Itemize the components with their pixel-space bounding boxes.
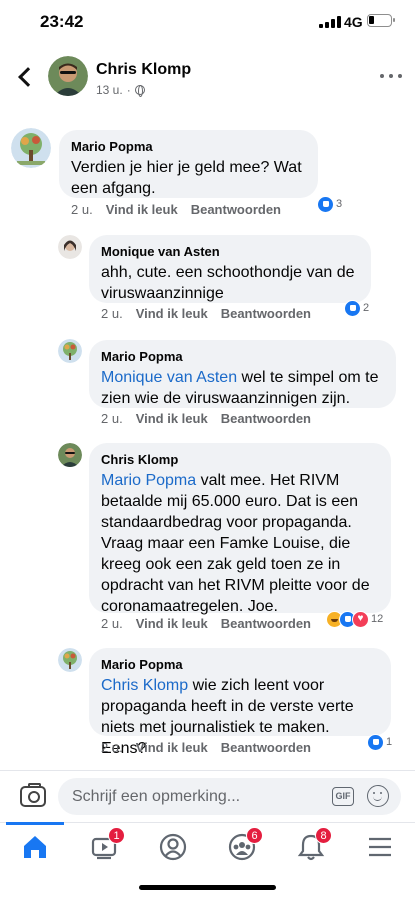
like-button[interactable]: Vind ik leuk <box>136 616 208 631</box>
comment-time[interactable]: 2 u. <box>101 616 123 631</box>
network-label: 4G <box>344 14 363 30</box>
avatar[interactable] <box>58 443 82 467</box>
reply-button[interactable]: Beantwoorden <box>221 306 311 321</box>
notifications-badge: 8 <box>315 827 332 844</box>
signal-icon <box>319 16 341 28</box>
avatar[interactable] <box>58 339 82 363</box>
home-indicator <box>139 885 276 890</box>
comment-body: valt mee. Het RIVM betaalde mij 65.000 e… <box>101 472 370 615</box>
reaction-summary[interactable]: 12 <box>326 609 383 629</box>
mention-link[interactable]: Monique van Asten <box>101 369 237 386</box>
avatar[interactable] <box>58 235 82 259</box>
comment-bubble: Mario Popma Monique van Asten wel te sim… <box>89 340 396 408</box>
comment-actions: 2 u. Vind ik leuk Beantwoorden <box>101 616 311 631</box>
active-tab-indicator <box>6 822 64 825</box>
comment-actions: 2 u. Vind ik leuk Beantwoorden <box>71 202 281 217</box>
like-reaction-icon <box>344 299 361 317</box>
post-header: Chris Klomp 13 u. · <box>0 46 415 110</box>
like-button[interactable]: Vind ik leuk <box>136 740 208 755</box>
comment-time[interactable]: 2 u. <box>101 740 123 755</box>
comment-composer: GIF <box>0 770 415 822</box>
reaction-count: 12 <box>371 613 384 625</box>
groups-badge: 6 <box>246 827 263 844</box>
mention-link[interactable]: Mario Popma <box>101 472 196 489</box>
tab-watch[interactable]: 1 <box>88 827 125 863</box>
emoji-icon[interactable] <box>367 785 389 807</box>
love-reaction-icon <box>352 610 369 628</box>
avatar[interactable] <box>11 128 51 168</box>
status-time: 23:42 <box>40 12 84 31</box>
camera-icon[interactable] <box>20 783 46 807</box>
comment-time[interactable]: 2 u. <box>101 306 123 321</box>
like-button[interactable]: Vind ik leuk <box>136 411 208 426</box>
avatar[interactable] <box>58 648 82 672</box>
comment-author[interactable]: Mario Popma <box>101 656 379 673</box>
reaction-summary[interactable]: 3 <box>317 194 342 214</box>
reaction-count: 2 <box>363 302 370 314</box>
like-button[interactable]: Vind ik leuk <box>106 202 178 217</box>
comment-actions: 2 u. Vind ik leuk Beantwoorden <box>101 411 311 426</box>
comment-actions: 2 u. Vind ik leuk Beantwoorden <box>101 740 311 755</box>
post-time: 13 u. <box>96 83 123 97</box>
home-icon <box>24 836 46 858</box>
reaction-count: 1 <box>386 736 393 748</box>
comment-bubble: Monique van Asten ahh, cute. een schooth… <box>89 235 371 303</box>
tab-notifications[interactable]: 8 <box>295 827 332 863</box>
reply-button[interactable]: Beantwoorden <box>191 202 281 217</box>
post-meta: 13 u. · <box>96 83 145 97</box>
reaction-summary[interactable]: 2 <box>344 298 369 318</box>
comment-author[interactable]: Monique van Asten <box>101 243 359 260</box>
comment-author[interactable]: Mario Popma <box>101 348 384 365</box>
gif-icon[interactable]: GIF <box>332 787 354 806</box>
comment-bubble: Mario Popma Verdien je hier je geld mee?… <box>59 130 318 198</box>
like-reaction-icon <box>367 733 384 751</box>
more-icon[interactable] <box>380 74 402 80</box>
author-name[interactable]: Chris Klomp <box>96 61 191 79</box>
back-icon[interactable] <box>14 62 38 92</box>
status-bar: 23:42 4G <box>0 0 415 46</box>
bottom-tab-bar: 1 6 8 <box>0 822 415 870</box>
menu-icon <box>369 837 391 857</box>
comment-text: Mario Popma valt mee. Het RIVM betaalde … <box>101 470 379 617</box>
comment-text: ahh, cute. een schoothondje van de virus… <box>101 264 355 302</box>
like-button[interactable]: Vind ik leuk <box>136 306 208 321</box>
comment-author[interactable]: Mario Popma <box>71 138 306 155</box>
author-avatar[interactable] <box>48 56 88 96</box>
tab-home[interactable] <box>19 831 51 863</box>
profile-icon <box>159 833 187 861</box>
like-reaction-icon <box>317 195 334 213</box>
battery-icon <box>367 14 395 27</box>
comment-text: Verdien je hier je geld mee? Wat een afg… <box>71 159 302 197</box>
watch-badge: 1 <box>108 827 125 844</box>
tab-groups[interactable]: 6 <box>226 827 263 863</box>
tab-menu[interactable] <box>364 831 396 863</box>
reaction-summary[interactable]: 1 <box>367 732 392 752</box>
comment-bubble: Mario Popma Chris Klomp wie zich leent v… <box>89 648 391 757</box>
reaction-count: 3 <box>336 198 343 210</box>
reply-button[interactable]: Beantwoorden <box>221 411 311 426</box>
comment-actions: 2 u. Vind ik leuk Beantwoorden <box>101 306 311 321</box>
reply-button[interactable]: Beantwoorden <box>221 616 311 631</box>
comment-bubble: Chris Klomp Mario Popma valt mee. Het RI… <box>89 443 391 615</box>
comment-text: Monique van Asten wel te simpel om te zi… <box>101 367 384 409</box>
globe-icon <box>134 85 145 97</box>
mention-link[interactable]: Chris Klomp <box>101 677 188 694</box>
comment-author[interactable]: Chris Klomp <box>101 451 379 468</box>
reply-button[interactable]: Beantwoorden <box>221 740 311 755</box>
comment-time[interactable]: 2 u. <box>71 202 93 217</box>
tab-profile[interactable] <box>157 831 189 863</box>
comment-time[interactable]: 2 u. <box>101 411 123 426</box>
